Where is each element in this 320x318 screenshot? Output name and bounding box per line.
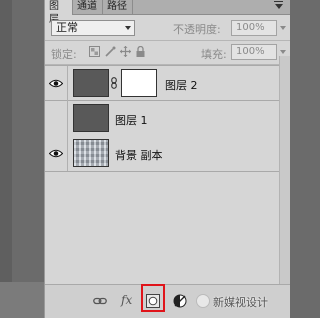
panel-tab-bar: 图层 通道 路径 [45, 0, 290, 25]
lock-all-icon[interactable] [135, 46, 146, 57]
canvas-area [0, 0, 12, 318]
tab-channels-label: 通道 [77, 1, 97, 12]
layers-panel: 图层 通道 路径 正常 不透明度: 100% 锁定: 填充: 100% [44, 0, 290, 318]
watermark-logo-icon [196, 294, 210, 308]
layer-name[interactable]: 背景 副本 [115, 147, 163, 163]
link-layers-icon[interactable] [93, 294, 107, 308]
mask-link-icon[interactable] [111, 77, 117, 89]
layer-thumbnail[interactable] [73, 104, 109, 132]
fill-label: 填充: [201, 48, 227, 61]
divider [45, 40, 290, 41]
fill-field[interactable]: 100% [231, 44, 286, 60]
layers-bottom-toolbar: fx 新媒视设计 [45, 284, 290, 318]
watermark-text: 新媒视设计 [213, 296, 268, 309]
panel-menu-icon[interactable] [271, 0, 285, 13]
chevron-down-icon [280, 26, 286, 30]
layer-row[interactable]: 图层 2 [45, 65, 290, 101]
blend-mode-select[interactable]: 正常 [51, 20, 135, 36]
opacity-label: 不透明度: [173, 23, 221, 36]
layer-thumbnail[interactable] [73, 69, 109, 97]
tab-channels[interactable]: 通道 [73, 0, 103, 14]
layer-row[interactable]: 背景 副本 [45, 136, 290, 172]
tab-layers[interactable]: 图层 [45, 0, 73, 25]
canvas-area-bottom [0, 282, 44, 318]
layer-thumbnail[interactable] [73, 139, 109, 167]
layer-mask-thumbnail[interactable] [121, 69, 157, 97]
eye-icon [49, 149, 63, 158]
scrollbar[interactable] [279, 56, 290, 284]
layers-empty-area [45, 172, 290, 280]
fx-icon[interactable]: fx [121, 293, 135, 307]
adjustment-layer-icon[interactable] [173, 294, 187, 308]
layer-name[interactable]: 图层 2 [165, 77, 198, 93]
blend-mode-value: 正常 [56, 21, 78, 34]
tab-paths-label: 路径 [107, 1, 127, 12]
fill-value: 100% [236, 46, 265, 57]
lock-transparent-pixels-icon[interactable] [89, 46, 100, 57]
lock-image-pixels-icon[interactable] [105, 46, 116, 57]
opacity-value: 100% [236, 22, 265, 33]
eye-icon [49, 79, 63, 88]
opacity-field[interactable]: 100% [231, 20, 286, 36]
layer-name[interactable]: 图层 1 [115, 112, 148, 128]
lock-position-icon[interactable] [120, 46, 131, 57]
chevron-down-icon [125, 26, 131, 30]
lock-label: 锁定: [51, 48, 77, 61]
highlight-box [141, 284, 165, 312]
layer-row[interactable]: 图层 1 [45, 101, 290, 137]
tab-paths[interactable]: 路径 [103, 0, 133, 14]
chevron-down-icon [280, 50, 286, 54]
visibility-toggle[interactable] [45, 136, 68, 171]
visibility-toggle[interactable] [45, 101, 68, 136]
visibility-toggle[interactable] [45, 66, 68, 101]
